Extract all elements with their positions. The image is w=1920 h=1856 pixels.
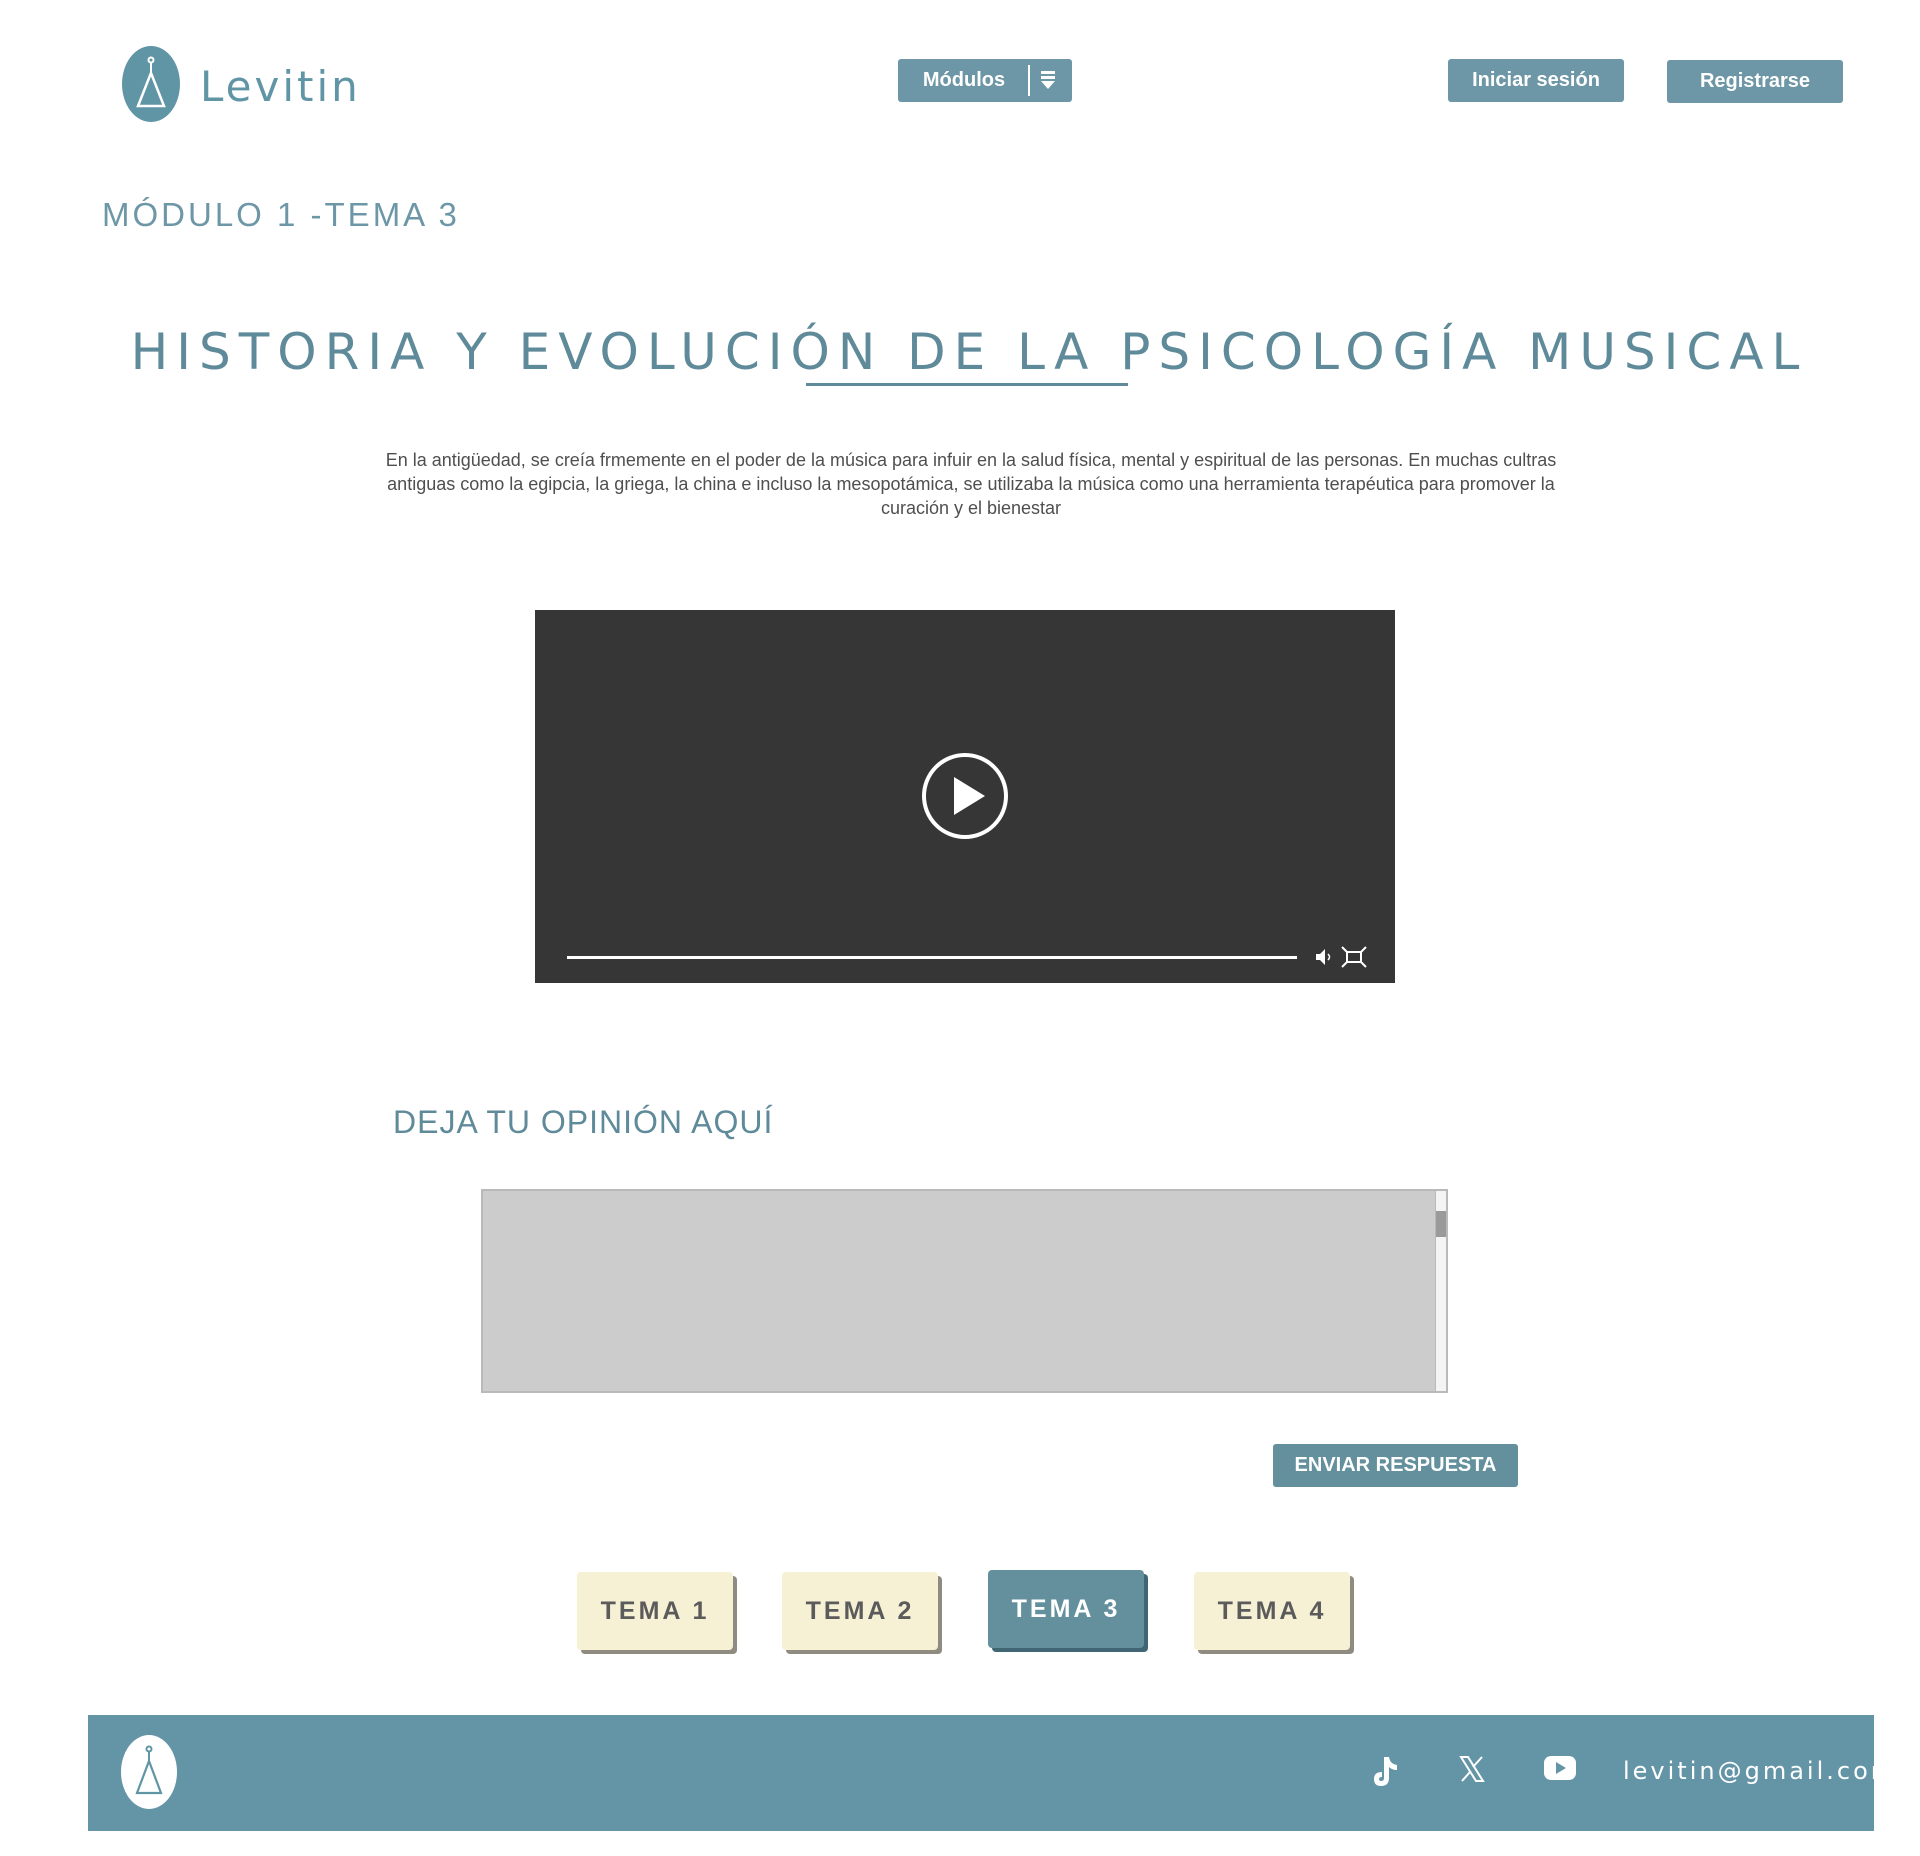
footer-logo[interactable] [121,1735,177,1809]
dropdown-icon [1038,69,1058,97]
feedback-textarea[interactable] [481,1189,1448,1393]
logo-icon [136,56,166,108]
contact-email[interactable]: levitin@gmail.com [1623,1757,1897,1785]
register-button[interactable]: Registrarse [1667,60,1843,103]
tab-tema-3[interactable]: TEMA 3 [988,1570,1144,1648]
send-response-button[interactable]: ENVIAR RESPUESTA [1273,1444,1518,1487]
title-underline [806,383,1128,386]
brand-name: Levitin [200,62,361,111]
video-progress-bar[interactable] [567,956,1297,959]
video-player[interactable] [535,610,1395,983]
footer-logo-icon [135,1745,163,1795]
volume-icon[interactable] [1314,947,1334,972]
modulos-dropdown[interactable]: Módulos [898,59,1072,102]
x-icon[interactable] [1458,1755,1486,1788]
play-icon[interactable] [921,752,1009,845]
logo[interactable] [122,46,180,122]
intro-text: En la antigüedad, se creía frmemente en … [385,450,1557,518]
modulos-separator [1028,65,1030,96]
tiktok-icon[interactable] [1370,1755,1400,1794]
page-title: HISTORIA Y EVOLUCIÓN DE LA PSICOLOGÍA MU… [130,323,1808,381]
modulos-label: Módulos [922,69,1006,91]
module-title: MÓDULO 1 -TEMA 3 [102,196,460,233]
tab-tema-4[interactable]: TEMA 4 [1194,1572,1350,1650]
login-button[interactable]: Iniciar sesión [1448,59,1624,102]
fullscreen-icon[interactable] [1341,946,1367,973]
tab-tema-1[interactable]: TEMA 1 [577,1572,733,1650]
feedback-title: DEJA TU OPINIÓN AQUÍ [393,1104,774,1140]
textarea-scroll-thumb[interactable] [1436,1211,1446,1237]
footer: levitin@gmail.com [88,1715,1894,1831]
tab-tema-2[interactable]: TEMA 2 [782,1572,938,1650]
youtube-icon[interactable] [1543,1755,1577,1786]
